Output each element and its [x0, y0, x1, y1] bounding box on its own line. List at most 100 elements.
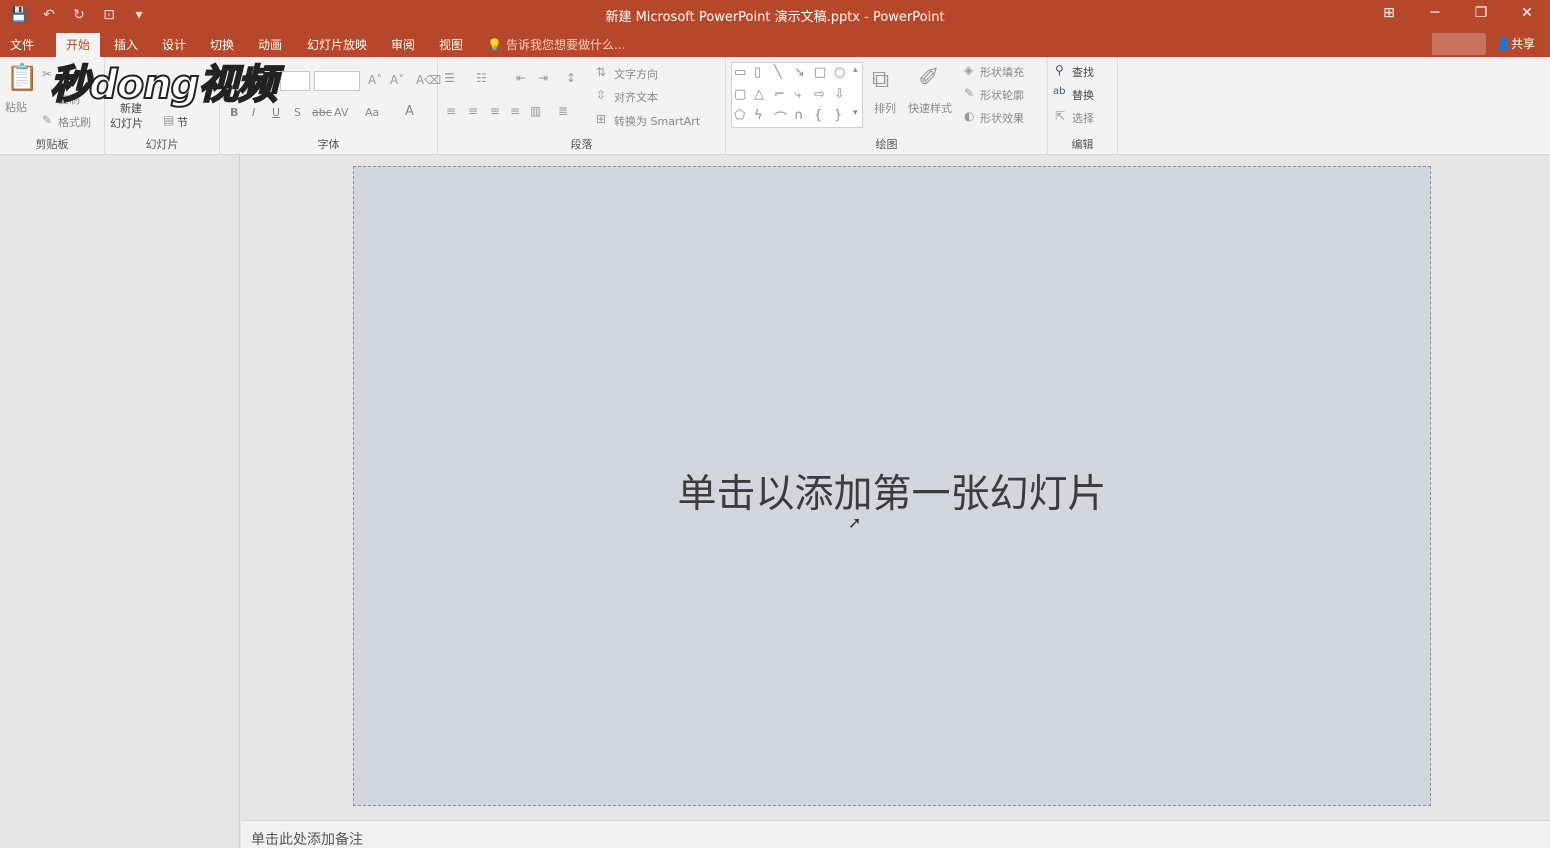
tab-review[interactable]: 审阅: [381, 33, 425, 57]
arrange-button[interactable]: 排列: [874, 100, 896, 116]
add-first-slide-text[interactable]: 单击以添加第一张幻灯片: [354, 463, 1430, 519]
find-button[interactable]: 查找: [1072, 64, 1094, 80]
tab-view[interactable]: 视图: [429, 33, 473, 57]
share-label: 共享: [1510, 37, 1535, 51]
tell-me-text: 告诉我您想要做什么...: [505, 38, 626, 52]
shape-effects-button[interactable]: 形状效果: [980, 110, 1024, 126]
minimize-button[interactable]: ─: [1412, 0, 1458, 26]
section-icon[interactable]: ▤: [163, 113, 174, 127]
numbering-icon[interactable]: ☷: [476, 71, 487, 85]
align-text-icon[interactable]: ⇳: [596, 88, 606, 102]
text-align-options-icon[interactable]: ≣: [558, 104, 568, 118]
slide-thumbnail-pane[interactable]: [0, 156, 240, 848]
lightbulb-icon: 💡: [487, 38, 502, 52]
editing-group-label: 编辑: [1071, 138, 1094, 151]
curve-shape-icon[interactable]: ∩: [794, 108, 804, 123]
new-slide-button[interactable]: 幻灯片: [110, 115, 143, 131]
slides-group-label: 幻灯片: [145, 138, 179, 151]
gallery-scroll-icon[interactable]: ▴: [853, 65, 858, 75]
window-controls: ⊞ ─ ❐ ✕: [1366, 0, 1550, 26]
font-color-button[interactable]: A: [405, 104, 414, 119]
decrease-font-icon[interactable]: A˅: [390, 73, 404, 87]
rounded-rectangle-shape-icon[interactable]: ▢: [734, 87, 746, 102]
select-icon[interactable]: ⇱: [1055, 109, 1065, 123]
clipboard-group-label: 剪贴板: [35, 138, 69, 151]
align-left-icon[interactable]: ≡: [446, 104, 456, 118]
change-case-button[interactable]: Aa: [365, 106, 379, 119]
watermark-logo: 秒dong视频: [49, 61, 278, 109]
section-button[interactable]: 节: [177, 114, 188, 130]
replace-icon[interactable]: ab: [1053, 86, 1065, 97]
right-brace-shape-icon[interactable]: }: [834, 108, 842, 123]
strikethrough-button[interactable]: abc: [312, 106, 332, 119]
arc-shape-icon[interactable]: ⌒: [774, 108, 787, 127]
line-spacing-icon[interactable]: ↕: [566, 71, 576, 85]
tab-file[interactable]: 文件: [0, 33, 44, 57]
tell-me-box[interactable]: 💡 告诉我您想要做什么...: [487, 33, 625, 57]
down-arrow-shape-icon[interactable]: ⇩: [834, 87, 845, 102]
justify-icon[interactable]: ≡: [510, 104, 520, 118]
smartart-icon[interactable]: ⊞: [596, 112, 606, 126]
mouse-cursor-icon: ➚: [848, 513, 862, 532]
rectangle-shape-icon[interactable]: □: [814, 65, 826, 80]
person-icon: 👤: [1496, 37, 1511, 51]
shape-outline-icon[interactable]: ✎: [964, 86, 974, 100]
left-brace-shape-icon[interactable]: {: [814, 108, 822, 123]
restore-button[interactable]: ❐: [1458, 0, 1504, 26]
font-size-combobox[interactable]: [314, 71, 360, 91]
shapes-gallery[interactable]: ▭ ▯ ╲ ↘ □ ○ ▢ △ ⌐ ⤷ ⇨ ⇩ ⬠ ϟ ⌒ ∩ { } ▴ ▾: [731, 62, 863, 128]
shadow-button[interactable]: S: [294, 106, 301, 119]
format-painter-icon[interactable]: ✎: [42, 113, 52, 127]
paste-icon[interactable]: 📋: [6, 63, 38, 93]
shape-fill-button[interactable]: 形状填充: [980, 64, 1024, 80]
columns-icon[interactable]: ▥: [530, 104, 541, 118]
increase-indent-icon[interactable]: ⇥: [538, 71, 548, 85]
text-direction-button[interactable]: 文字方向: [614, 66, 658, 82]
replace-button[interactable]: 替换: [1072, 87, 1094, 103]
gallery-more-icon[interactable]: ▾: [853, 108, 858, 118]
convert-smartart-button[interactable]: 转换为 SmartArt: [614, 113, 700, 129]
text-direction-icon[interactable]: ⇅: [596, 65, 606, 79]
freeform-shape-icon[interactable]: ⬠: [734, 108, 745, 123]
triangle-shape-icon[interactable]: △: [754, 87, 764, 102]
align-right-icon[interactable]: ≡: [490, 104, 500, 118]
elbow-connector-shape-icon[interactable]: ⌐: [774, 87, 785, 102]
close-button[interactable]: ✕: [1504, 0, 1550, 26]
character-spacing-button[interactable]: AV: [334, 106, 348, 119]
bullets-icon[interactable]: ☰: [444, 71, 455, 85]
decrease-indent-icon[interactable]: ⇤: [516, 71, 526, 85]
slide-placeholder[interactable]: 单击以添加第一张幻灯片: [353, 166, 1431, 806]
font-name-combobox[interactable]: [280, 71, 310, 91]
increase-font-icon[interactable]: A˄: [368, 73, 382, 87]
lightning-shape-icon[interactable]: ϟ: [754, 108, 763, 123]
ribbon-display-options-button[interactable]: ⊞: [1366, 0, 1412, 26]
editing-group: ⚲ 查找 ab 替换 ⇱ 选择 编辑: [1048, 57, 1118, 155]
quick-styles-button[interactable]: 快速样式: [908, 100, 952, 116]
align-center-icon[interactable]: ≡: [468, 104, 478, 118]
shape-effects-icon[interactable]: ◐: [964, 109, 974, 123]
notes-placeholder[interactable]: 单击此处添加备注: [251, 829, 363, 848]
drawing-group-label: 绘图: [875, 138, 898, 151]
tab-slideshow[interactable]: 幻灯片放映: [297, 33, 377, 57]
share-button[interactable]: 👤共享: [1496, 33, 1535, 55]
paste-button[interactable]: 粘贴: [5, 99, 27, 115]
window-title: 新建 Microsoft PowerPoint 演示文稿.pptx - Powe…: [605, 10, 945, 25]
arrange-icon[interactable]: ⧉: [872, 65, 889, 93]
format-painter-button[interactable]: 格式刷: [58, 114, 91, 130]
select-button[interactable]: 选择: [1072, 110, 1094, 126]
shape-fill-icon[interactable]: ◈: [964, 63, 973, 77]
elbow-arrow-shape-icon[interactable]: ⤷: [794, 87, 801, 102]
oval-shape-icon[interactable]: ○: [834, 65, 845, 80]
textbox-shape-icon[interactable]: ▭: [734, 65, 746, 80]
shape-outline-button[interactable]: 形状轮廓: [980, 87, 1024, 103]
vertical-textbox-shape-icon[interactable]: ▯: [754, 65, 761, 80]
search-icon[interactable]: ⚲: [1055, 63, 1064, 77]
arrow-line-shape-icon[interactable]: ↘: [794, 65, 805, 80]
account-area[interactable]: [1432, 33, 1486, 55]
font-group-label: 字体: [317, 138, 340, 151]
align-text-button[interactable]: 对齐文本: [614, 89, 658, 105]
quick-styles-icon[interactable]: ✐: [918, 63, 940, 93]
line-shape-icon[interactable]: ╲: [774, 65, 782, 80]
notes-pane[interactable]: 单击此处添加备注: [241, 820, 1550, 848]
right-arrow-shape-icon[interactable]: ⇨: [814, 87, 825, 102]
